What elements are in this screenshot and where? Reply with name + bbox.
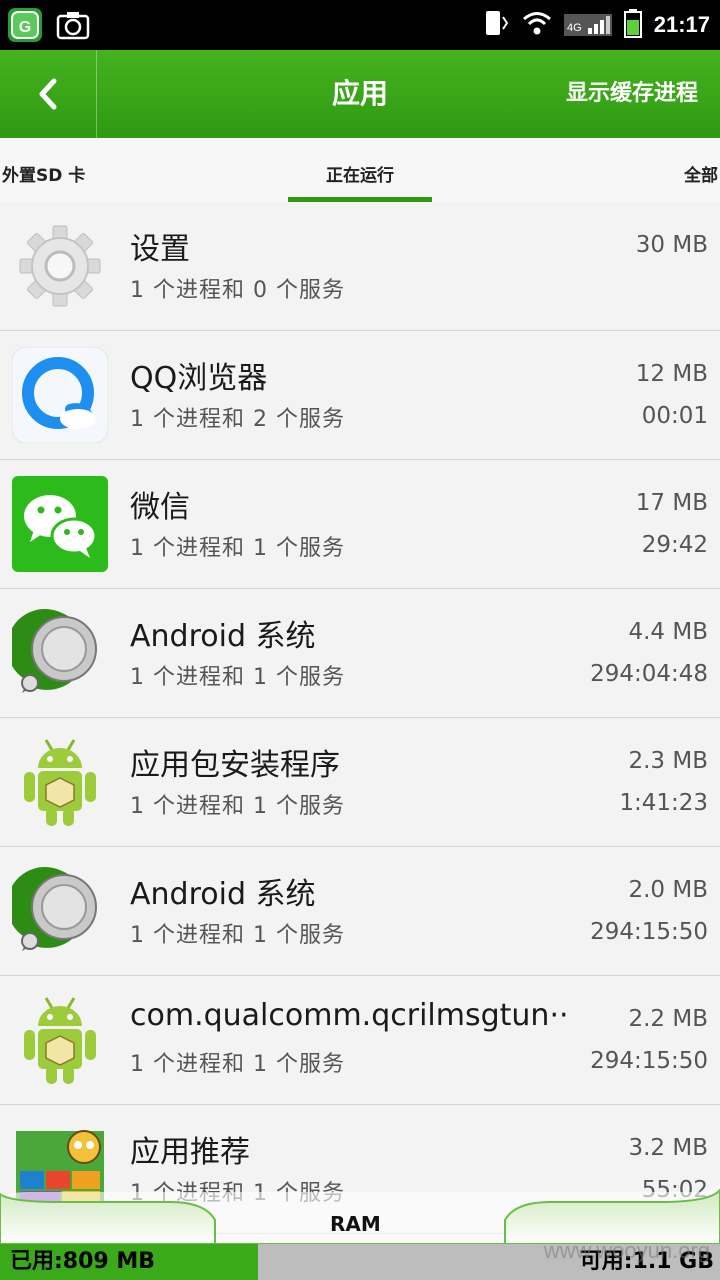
list-item[interactable]: Android 系统 1 个进程和 1 个服务 2.0 MB 294:15:50: [0, 847, 720, 976]
vibrate-icon: [482, 8, 510, 42]
app-memory: 12 MB: [635, 361, 708, 387]
app-name: 应用包安装程序: [130, 748, 340, 783]
list-item[interactable]: com.qualcomm.qcrilmsgtun·· 1 个进程和 1 个服务 …: [0, 976, 720, 1105]
tab-running[interactable]: 正在运行: [288, 138, 432, 202]
app-run-time: 294:15:50: [590, 1048, 708, 1074]
app-name: Android 系统: [130, 619, 316, 654]
running-app-list: 设置 1 个进程和 0 个服务 30 MB QQ浏览器 1 个进程和 2 个服务…: [0, 202, 720, 1234]
app-process-info: 1 个进程和 1 个服务: [130, 923, 345, 948]
android-robot-icon: [12, 734, 108, 830]
qq-browser-icon: [11, 346, 109, 444]
show-cached-processes-button[interactable]: 显示缓存进程: [566, 50, 698, 138]
app-memory: 2.2 MB: [628, 1006, 708, 1032]
app-memory: 30 MB: [635, 232, 708, 258]
app-process-info: 1 个进程和 1 个服务: [130, 665, 345, 690]
app-process-info: 1 个进程和 1 个服务: [130, 1052, 345, 1077]
app-memory: 3.2 MB: [628, 1135, 708, 1161]
chevron-left-icon: [39, 78, 57, 110]
settings-gear-icon: [12, 218, 108, 314]
app-process-info: 1 个进程和 2 个服务: [130, 407, 345, 432]
app-name: QQ浏览器: [130, 361, 268, 396]
app-name: Android 系统: [130, 877, 316, 912]
app-process-info: 1 个进程和 1 个服务: [130, 536, 345, 561]
app-shield-icon: G: [8, 8, 42, 42]
wifi-icon: [522, 10, 552, 40]
ram-usage-panel: RAM 已用:809 MB 可用:1.1 GB: [0, 1180, 720, 1280]
app-name: com.qualcomm.qcrilmsgtun··: [130, 998, 569, 1033]
app-name: 应用推荐: [130, 1135, 250, 1170]
network-type-label: 4G: [567, 22, 582, 34]
app-memory: 17 MB: [635, 490, 708, 516]
app-name: 设置: [130, 232, 190, 267]
ram-used: 已用:809 MB: [0, 1244, 258, 1280]
app-memory: 2.3 MB: [628, 748, 708, 774]
battery-icon: [623, 8, 642, 42]
app-memory: 2.0 MB: [628, 877, 708, 903]
android-robot-icon: [12, 992, 108, 1088]
svg-text:G: G: [19, 19, 31, 36]
status-bar: G 4G 21:17: [0, 0, 720, 50]
wechat-icon: [12, 476, 108, 572]
android-system-icon: [6, 605, 108, 701]
app-run-time: 00:01: [641, 403, 708, 429]
tab-sd-card[interactable]: 外置SD 卡: [2, 138, 85, 202]
list-item[interactable]: 应用包安装程序 1 个进程和 1 个服务 2.3 MB 1:41:23: [0, 718, 720, 847]
app-name: 微信: [130, 490, 190, 525]
list-item[interactable]: 微信 1 个进程和 1 个服务 17 MB 29:42: [0, 460, 720, 589]
signal-icon: 4G: [563, 8, 612, 42]
watermark: www.wooyun.org: [543, 1238, 710, 1263]
app-process-info: 1 个进程和 0 个服务: [130, 278, 345, 303]
android-system-icon: [6, 863, 108, 959]
screenshot-icon: [56, 8, 90, 42]
app-memory: 4.4 MB: [628, 619, 708, 645]
tab-all[interactable]: 全部: [684, 138, 718, 202]
app-run-time: 1:41:23: [619, 790, 708, 816]
app-run-time: 29:42: [641, 532, 708, 558]
back-button[interactable]: [0, 50, 97, 138]
app-process-info: 1 个进程和 1 个服务: [130, 794, 345, 819]
tab-bar: 外置SD 卡 正在运行 全部: [0, 138, 720, 204]
app-run-time: 294:04:48: [590, 661, 708, 687]
list-item[interactable]: Android 系统 1 个进程和 1 个服务 4.4 MB 294:04:48: [0, 589, 720, 718]
app-header: 应用 显示缓存进程: [0, 50, 720, 138]
app-run-time: 294:15:50: [590, 919, 708, 945]
clock: 21:17: [653, 12, 710, 37]
ram-label: RAM: [330, 1212, 381, 1236]
list-item[interactable]: 设置 1 个进程和 0 个服务 30 MB: [0, 202, 720, 331]
list-item[interactable]: QQ浏览器 1 个进程和 2 个服务 12 MB 00:01: [0, 331, 720, 460]
